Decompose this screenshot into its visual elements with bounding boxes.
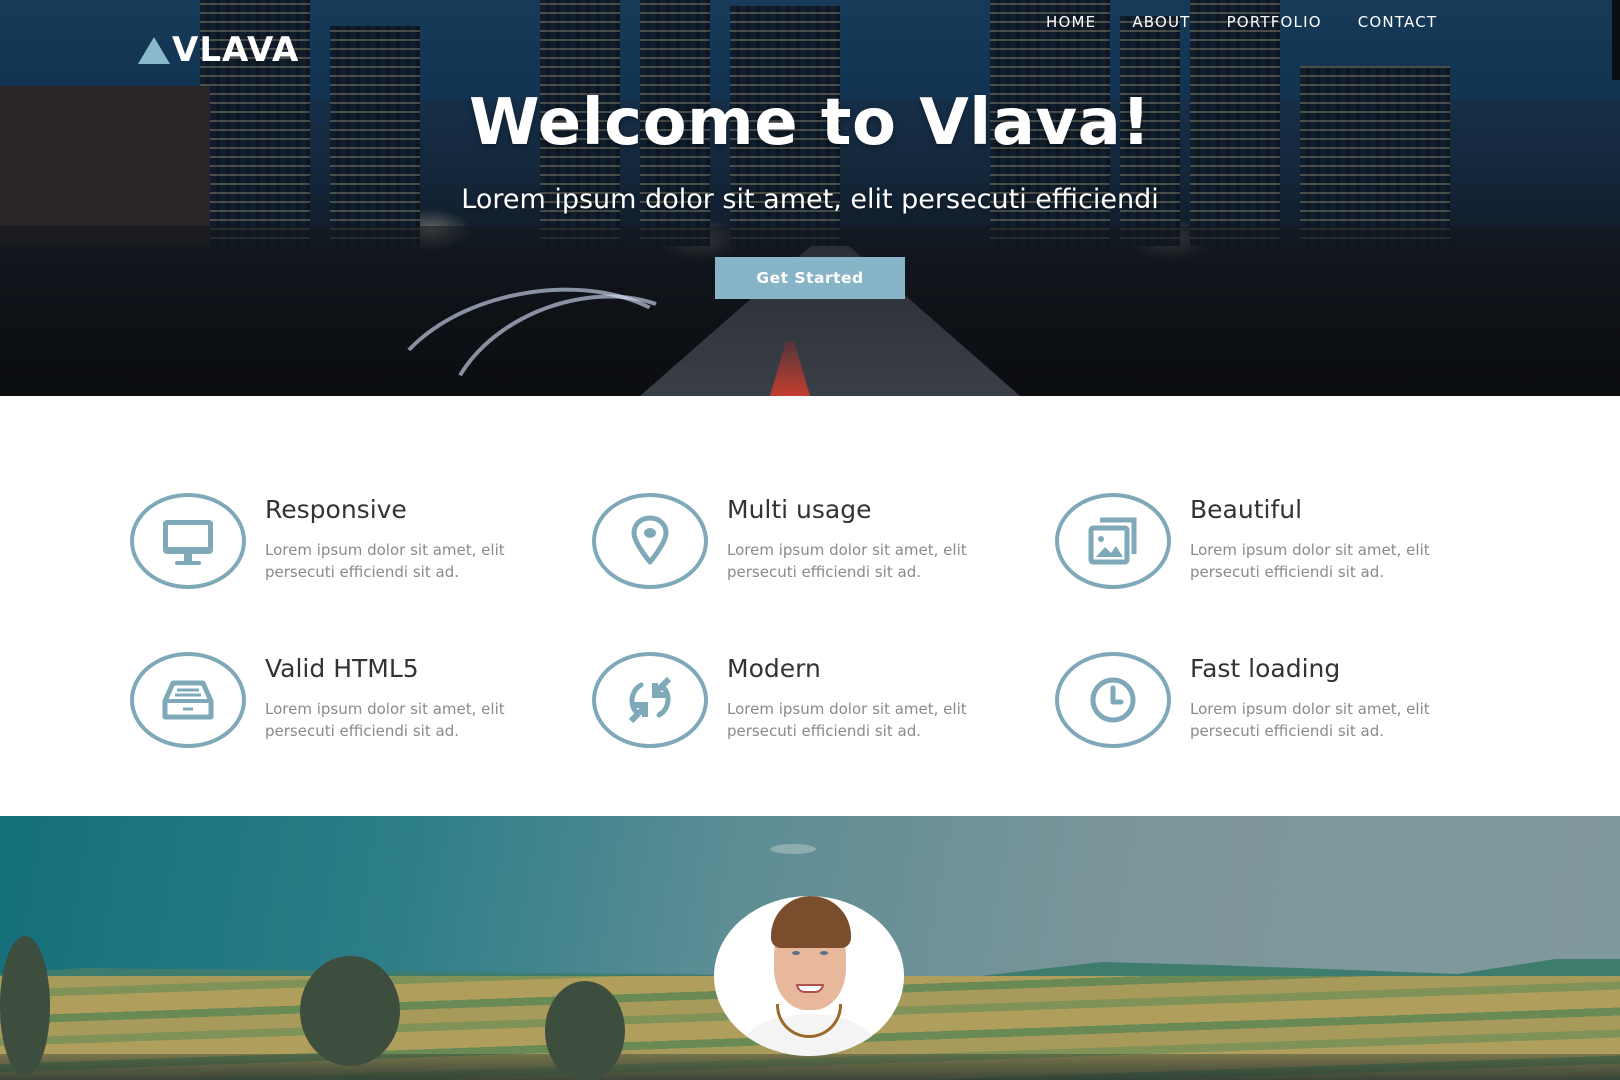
feature-icon-circle [1055,652,1171,748]
cloud [770,844,816,854]
brand-name: VLAVA [172,30,300,70]
feature-title: Valid HTML5 [265,654,419,683]
sync-arrows-icon [628,676,672,724]
feature-item: Fast loading Lorem ipsum dolor sit amet,… [1055,652,1495,752]
nav-about[interactable]: ABOUT [1132,12,1190,32]
feature-item: Beautiful Lorem ipsum dolor sit amet, el… [1055,493,1495,593]
feature-icon-circle [592,493,708,589]
features-section: Responsive Lorem ipsum dolor sit amet, e… [0,396,1620,816]
triangle-icon [138,36,170,64]
feature-title: Beautiful [1190,495,1303,524]
get-started-button[interactable]: Get Started [715,257,905,299]
feature-description: Lorem ipsum dolor sit amet, elit persecu… [1190,700,1430,740]
feature-title: Modern [727,654,821,683]
feature-description: Lorem ipsum dolor sit amet, elit persecu… [727,700,967,740]
hero-subtitle: Lorem ipsum dolor sit amet, elit persecu… [461,184,1159,215]
map-pin-icon [631,515,669,565]
main-nav: HOME ABOUT PORTFOLIO CONTACT [1046,12,1473,32]
inbox-drawer-icon [162,680,214,720]
clock-icon [1090,677,1136,723]
feature-item: Valid HTML5 Lorem ipsum dolor sit amet, … [130,652,570,752]
feature-icon-circle [130,493,246,589]
hero-section: VLAVA HOME ABOUT PORTFOLIO CONTACT Welco… [0,0,1620,396]
feature-title: Multi usage [727,495,872,524]
hero-title: Welcome to Vlava! [468,86,1152,160]
monitor-icon [163,520,213,565]
feature-icon-circle [130,652,246,748]
tree [545,981,625,1080]
avatar-eye [820,951,828,955]
nav-contact[interactable]: CONTACT [1358,12,1438,32]
field-foreground [0,1054,1620,1080]
image-gallery-icon [1088,517,1137,565]
tree [300,956,400,1066]
tree [0,936,50,1076]
feature-title: Fast loading [1190,654,1341,683]
nav-home[interactable]: HOME [1046,12,1096,32]
nav-portfolio[interactable]: PORTFOLIO [1227,12,1322,32]
feature-icon-circle [592,652,708,748]
feature-description: Lorem ipsum dolor sit amet, elit persecu… [727,541,967,581]
feature-description: Lorem ipsum dolor sit amet, elit persecu… [265,700,505,740]
feature-title: Responsive [265,495,407,524]
feature-item: Modern Lorem ipsum dolor sit amet, elit … [592,652,1032,752]
feature-icon-circle [1055,493,1171,589]
feature-description: Lorem ipsum dolor sit amet, elit persecu… [265,541,505,581]
feature-description: Lorem ipsum dolor sit amet, elit persecu… [1190,541,1430,581]
avatar-hair [771,896,851,948]
feature-item: Responsive Lorem ipsum dolor sit amet, e… [130,493,570,593]
avatar-eye [792,951,800,955]
avatar [714,896,904,1056]
feature-item: Multi usage Lorem ipsum dolor sit amet, … [592,493,1032,593]
scrollbar-edge[interactable] [1612,0,1620,80]
brand-logo[interactable]: VLAVA [138,32,299,68]
